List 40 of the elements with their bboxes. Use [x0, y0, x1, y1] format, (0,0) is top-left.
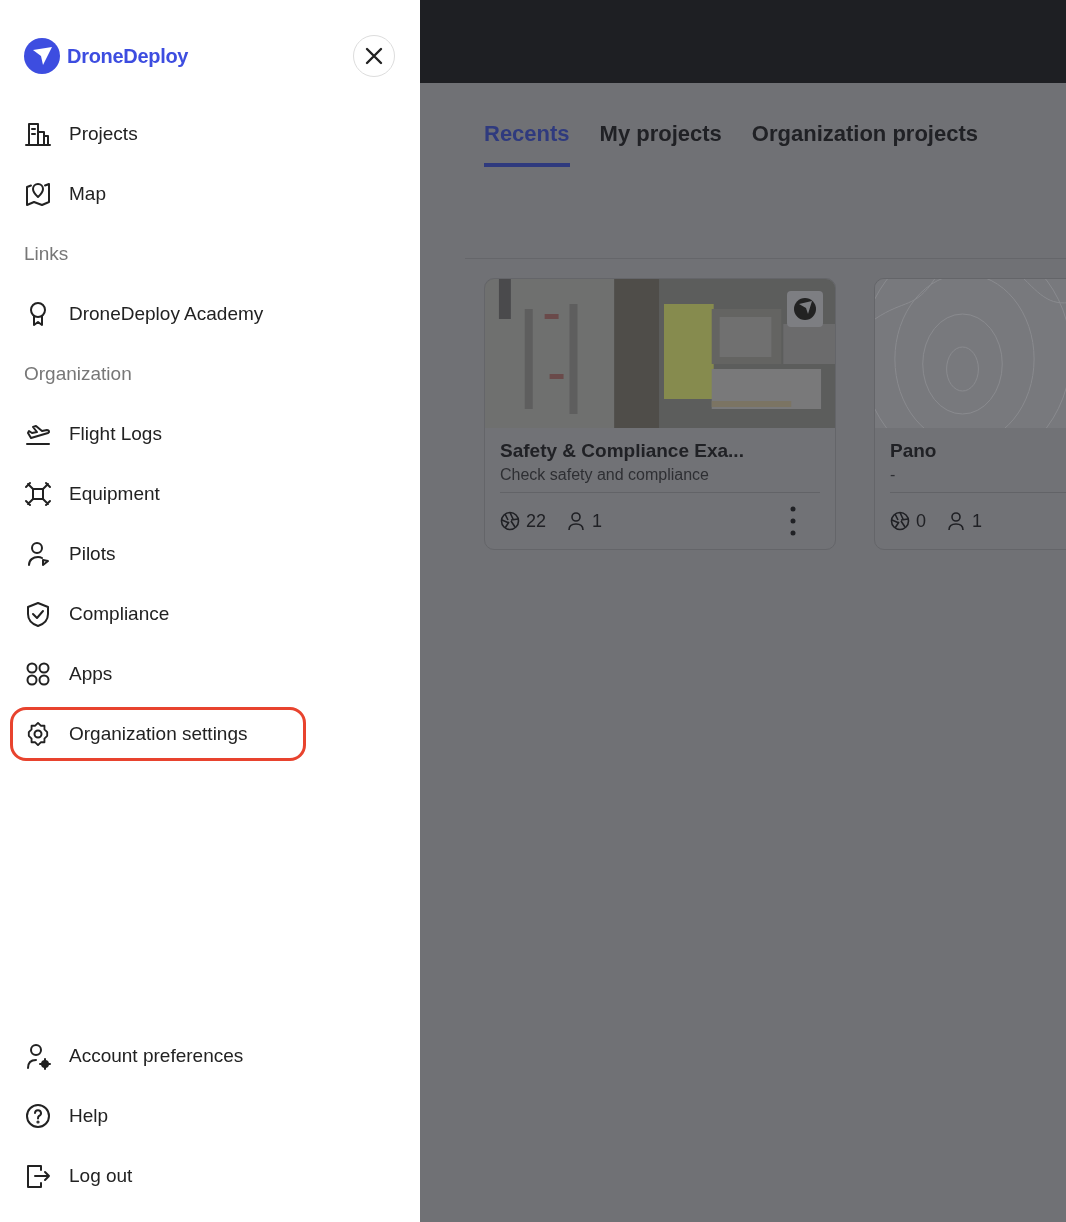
nav-item[interactable]: DroneDeploy Academy [10, 287, 306, 341]
project-description: Check safety and compliance [500, 466, 710, 484]
nav-item[interactable]: Equipment [10, 467, 306, 521]
project-description: - [890, 466, 897, 484]
nav-item[interactable]: Compliance [10, 587, 306, 641]
building-icon [24, 120, 52, 148]
nav-item[interactable]: Help [10, 1089, 306, 1143]
log-out-icon [24, 1162, 52, 1190]
map-pin-icon [24, 180, 52, 208]
member-count: 1 [972, 510, 983, 532]
drone-deploy-badge-icon [787, 291, 823, 327]
nav-item[interactable]: Log out [10, 1149, 306, 1203]
close-icon [365, 47, 383, 65]
person-icon [946, 511, 966, 531]
more-options-icon[interactable] [790, 506, 796, 536]
drone-icon [24, 480, 52, 508]
close-button[interactable] [353, 35, 395, 77]
apps-icon [24, 660, 52, 688]
help-icon [24, 1102, 52, 1130]
photo-count: 22 [526, 510, 547, 532]
nav-item[interactable]: Projects [10, 107, 306, 161]
nav-item[interactable]: Account preferences [10, 1029, 306, 1083]
nav-item[interactable]: Apps [10, 647, 306, 701]
nav-item[interactable]: Organization settings [10, 707, 306, 761]
project-title: Pano [890, 440, 938, 462]
logo-icon [24, 38, 60, 74]
member-count: 1 [592, 510, 603, 532]
nav-item[interactable]: Map [10, 167, 306, 221]
section-heading: Links [24, 243, 69, 265]
project-title: Safety & Compliance Exa... [500, 440, 745, 462]
logo-text: DroneDeploy [67, 44, 189, 68]
nav-item[interactable]: Flight Logs [10, 407, 306, 461]
account-settings-icon [24, 1042, 52, 1070]
person-icon [566, 511, 587, 531]
aperture-icon [890, 511, 910, 531]
aperture-icon [500, 511, 520, 531]
photo-count: 0 [916, 510, 926, 532]
shield-check-icon [24, 600, 52, 628]
nav-item[interactable]: Pilots [10, 527, 306, 581]
section-heading: Organization [24, 363, 132, 385]
